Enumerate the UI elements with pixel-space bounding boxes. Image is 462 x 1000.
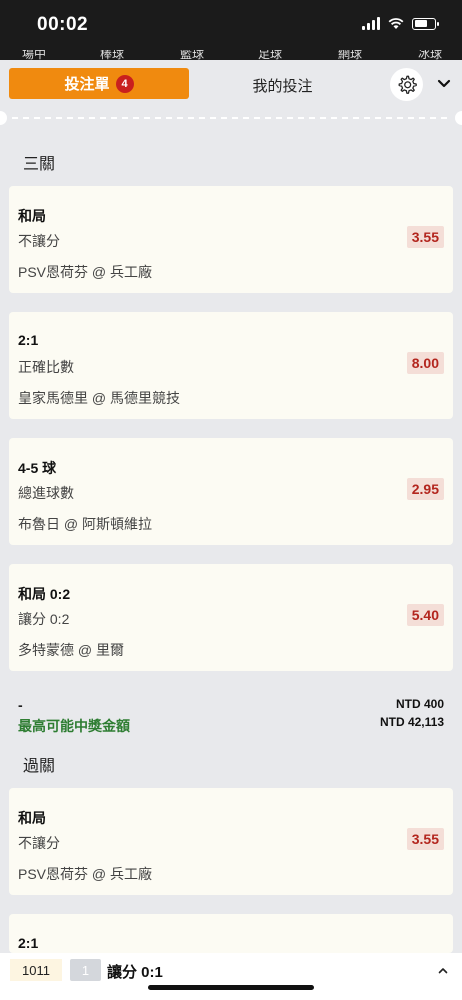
sport-tabs: 場中 棒球 籃球 足球 網球 冰球 bbox=[0, 50, 462, 60]
bet-card[interactable]: 2:1 正確比數 皇家馬德里 @ 馬德里競技 8.00 bbox=[9, 312, 453, 419]
home-indicator bbox=[148, 985, 314, 990]
slip-count-badge: 4 bbox=[115, 74, 134, 93]
sport-tab[interactable]: 網球 bbox=[338, 50, 362, 60]
max-win-label: 最高可能中獎金額 bbox=[18, 718, 130, 734]
odds-badge: 2.95 bbox=[406, 478, 444, 500]
bet-card[interactable]: 和局 0:2 讓分 0:2 多特蒙德 @ 里爾 5.40 bbox=[9, 564, 453, 671]
signal-icon bbox=[362, 17, 380, 30]
odds-badge: 3.55 bbox=[406, 226, 444, 248]
sport-tab[interactable]: 籃球 bbox=[180, 50, 204, 60]
odds-badge: 5.40 bbox=[406, 604, 444, 626]
status-icons bbox=[362, 17, 439, 30]
collapse-button[interactable] bbox=[432, 74, 456, 94]
ticket-divider bbox=[0, 111, 462, 125]
sport-tab[interactable]: 足球 bbox=[258, 50, 282, 60]
sport-tab[interactable]: 冰球 bbox=[418, 50, 442, 60]
bet-match: 皇家馬德里 @ 馬德里競技 bbox=[18, 390, 180, 406]
stake-amount: NTD 400 bbox=[395, 697, 444, 711]
summary-dash: - bbox=[18, 697, 23, 713]
bet-selection: 和局 bbox=[18, 810, 46, 826]
odds-badge: 8.00 bbox=[406, 352, 444, 374]
bet-card[interactable]: 4-5 球 總進球數 布魯日 @ 阿斯頓維拉 2.95 bbox=[9, 438, 453, 545]
bet-match: PSV恩荷芬 @ 兵工廠 bbox=[18, 264, 153, 280]
section-title-combo: 三關 bbox=[23, 156, 56, 173]
wifi-icon bbox=[388, 18, 404, 29]
chevron-down-icon bbox=[437, 79, 451, 88]
section-title-parlay: 過關 bbox=[23, 758, 56, 775]
bet-card[interactable]: 和局 不讓分 PSV恩荷芬 @ 兵工廠 3.55 bbox=[9, 788, 453, 895]
bet-selection: 和局 bbox=[18, 208, 46, 224]
bottom-bar[interactable]: 1011 1 讓分 0:1 bbox=[0, 953, 462, 1000]
bet-match: 布魯日 @ 阿斯頓維拉 bbox=[18, 516, 152, 532]
settings-button[interactable] bbox=[390, 68, 423, 101]
bet-market: 正確比數 bbox=[18, 359, 74, 375]
tab-bet-slip-label: 投注單 bbox=[64, 76, 110, 93]
battery-icon bbox=[412, 17, 439, 30]
bet-header: 投注單 4 我的投注 bbox=[0, 60, 462, 110]
bet-selection: 2:1 bbox=[18, 332, 39, 348]
gear-icon bbox=[398, 75, 417, 94]
bet-market: 不讓分 bbox=[18, 233, 60, 249]
max-win-amount: NTD 42,113 bbox=[379, 715, 444, 729]
parlay-count: 1 bbox=[70, 959, 101, 981]
bet-selection: 4-5 球 bbox=[18, 460, 57, 476]
bet-market: 總進球數 bbox=[18, 485, 74, 501]
bet-selection: 和局 0:2 bbox=[18, 586, 71, 602]
sport-tab[interactable]: 棒球 bbox=[100, 50, 124, 60]
bet-market: 不讓分 bbox=[18, 835, 60, 851]
bet-card[interactable]: 2:1 bbox=[9, 914, 453, 953]
tab-bet-slip[interactable]: 投注單 4 bbox=[9, 68, 189, 99]
parlay-label: 讓分 0:1 bbox=[107, 964, 163, 981]
bet-market: 讓分 0:2 bbox=[18, 611, 70, 627]
status-time: 00:02 bbox=[37, 14, 89, 35]
bet-card[interactable]: 和局 不讓分 PSV恩荷芬 @ 兵工廠 3.55 bbox=[9, 186, 453, 293]
status-bar: 00:02 bbox=[0, 0, 462, 50]
odds-badge: 3.55 bbox=[406, 828, 444, 850]
bet-match: 多特蒙德 @ 里爾 bbox=[18, 642, 124, 658]
bet-selection: 2:1 bbox=[18, 935, 39, 951]
sport-tab[interactable]: 場中 bbox=[22, 50, 46, 60]
parlay-code: 1011 bbox=[10, 959, 62, 981]
expand-button[interactable] bbox=[436, 963, 450, 977]
chevron-up-icon bbox=[438, 967, 448, 973]
bet-match: PSV恩荷芬 @ 兵工廠 bbox=[18, 866, 153, 882]
tab-my-bets[interactable]: 我的投注 bbox=[215, 75, 350, 96]
